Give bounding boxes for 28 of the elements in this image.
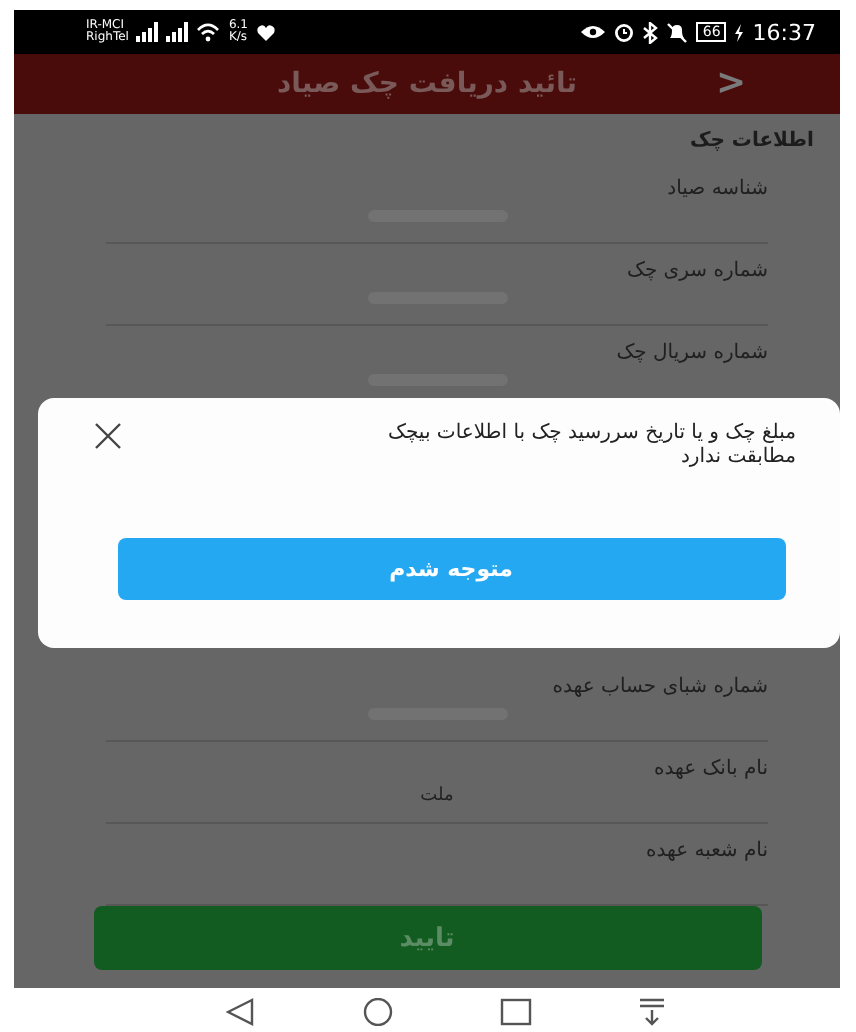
screen-title: تائید دریافت چک صیاد	[276, 68, 578, 100]
heart-icon	[256, 23, 276, 41]
back-icon[interactable]	[226, 998, 259, 1026]
bluetooth-icon	[642, 21, 659, 43]
notification-pull-down-icon[interactable]	[635, 998, 668, 1026]
eye-icon	[580, 24, 607, 40]
field-label: شناسه صیاد	[667, 176, 768, 202]
recent-apps-icon[interactable]	[499, 998, 532, 1026]
confirm-button[interactable]: تایید	[93, 906, 761, 970]
field-label: شماره سری چک	[627, 258, 768, 284]
acknowledge-button[interactable]: متوجه شدم	[117, 538, 785, 600]
field-label: نام بانک عهده	[653, 756, 768, 782]
signal-icon	[136, 22, 159, 42]
muted-bell-icon	[666, 21, 689, 43]
field-label: شماره شبای حساب عهده	[552, 674, 768, 700]
wifi-icon	[196, 22, 221, 42]
section-title: اطلاعات چک	[687, 128, 816, 156]
field-label: نام شعبه عهده	[645, 838, 768, 864]
dialog-message: مبلغ چک و یا تاریخ سررسید چک با اطلاعات بیچک مطابقت ندارد	[386, 420, 796, 470]
signal-icon	[166, 22, 189, 42]
alarm-icon	[614, 22, 635, 42]
field-value: ملت	[420, 786, 454, 806]
field-label: شماره سریال چک	[616, 340, 768, 366]
close-icon[interactable]	[94, 422, 122, 450]
back-button[interactable]: >	[712, 62, 751, 104]
charging-icon	[734, 23, 745, 41]
home-icon[interactable]	[362, 998, 395, 1026]
clock-time: 16:37	[752, 19, 816, 45]
